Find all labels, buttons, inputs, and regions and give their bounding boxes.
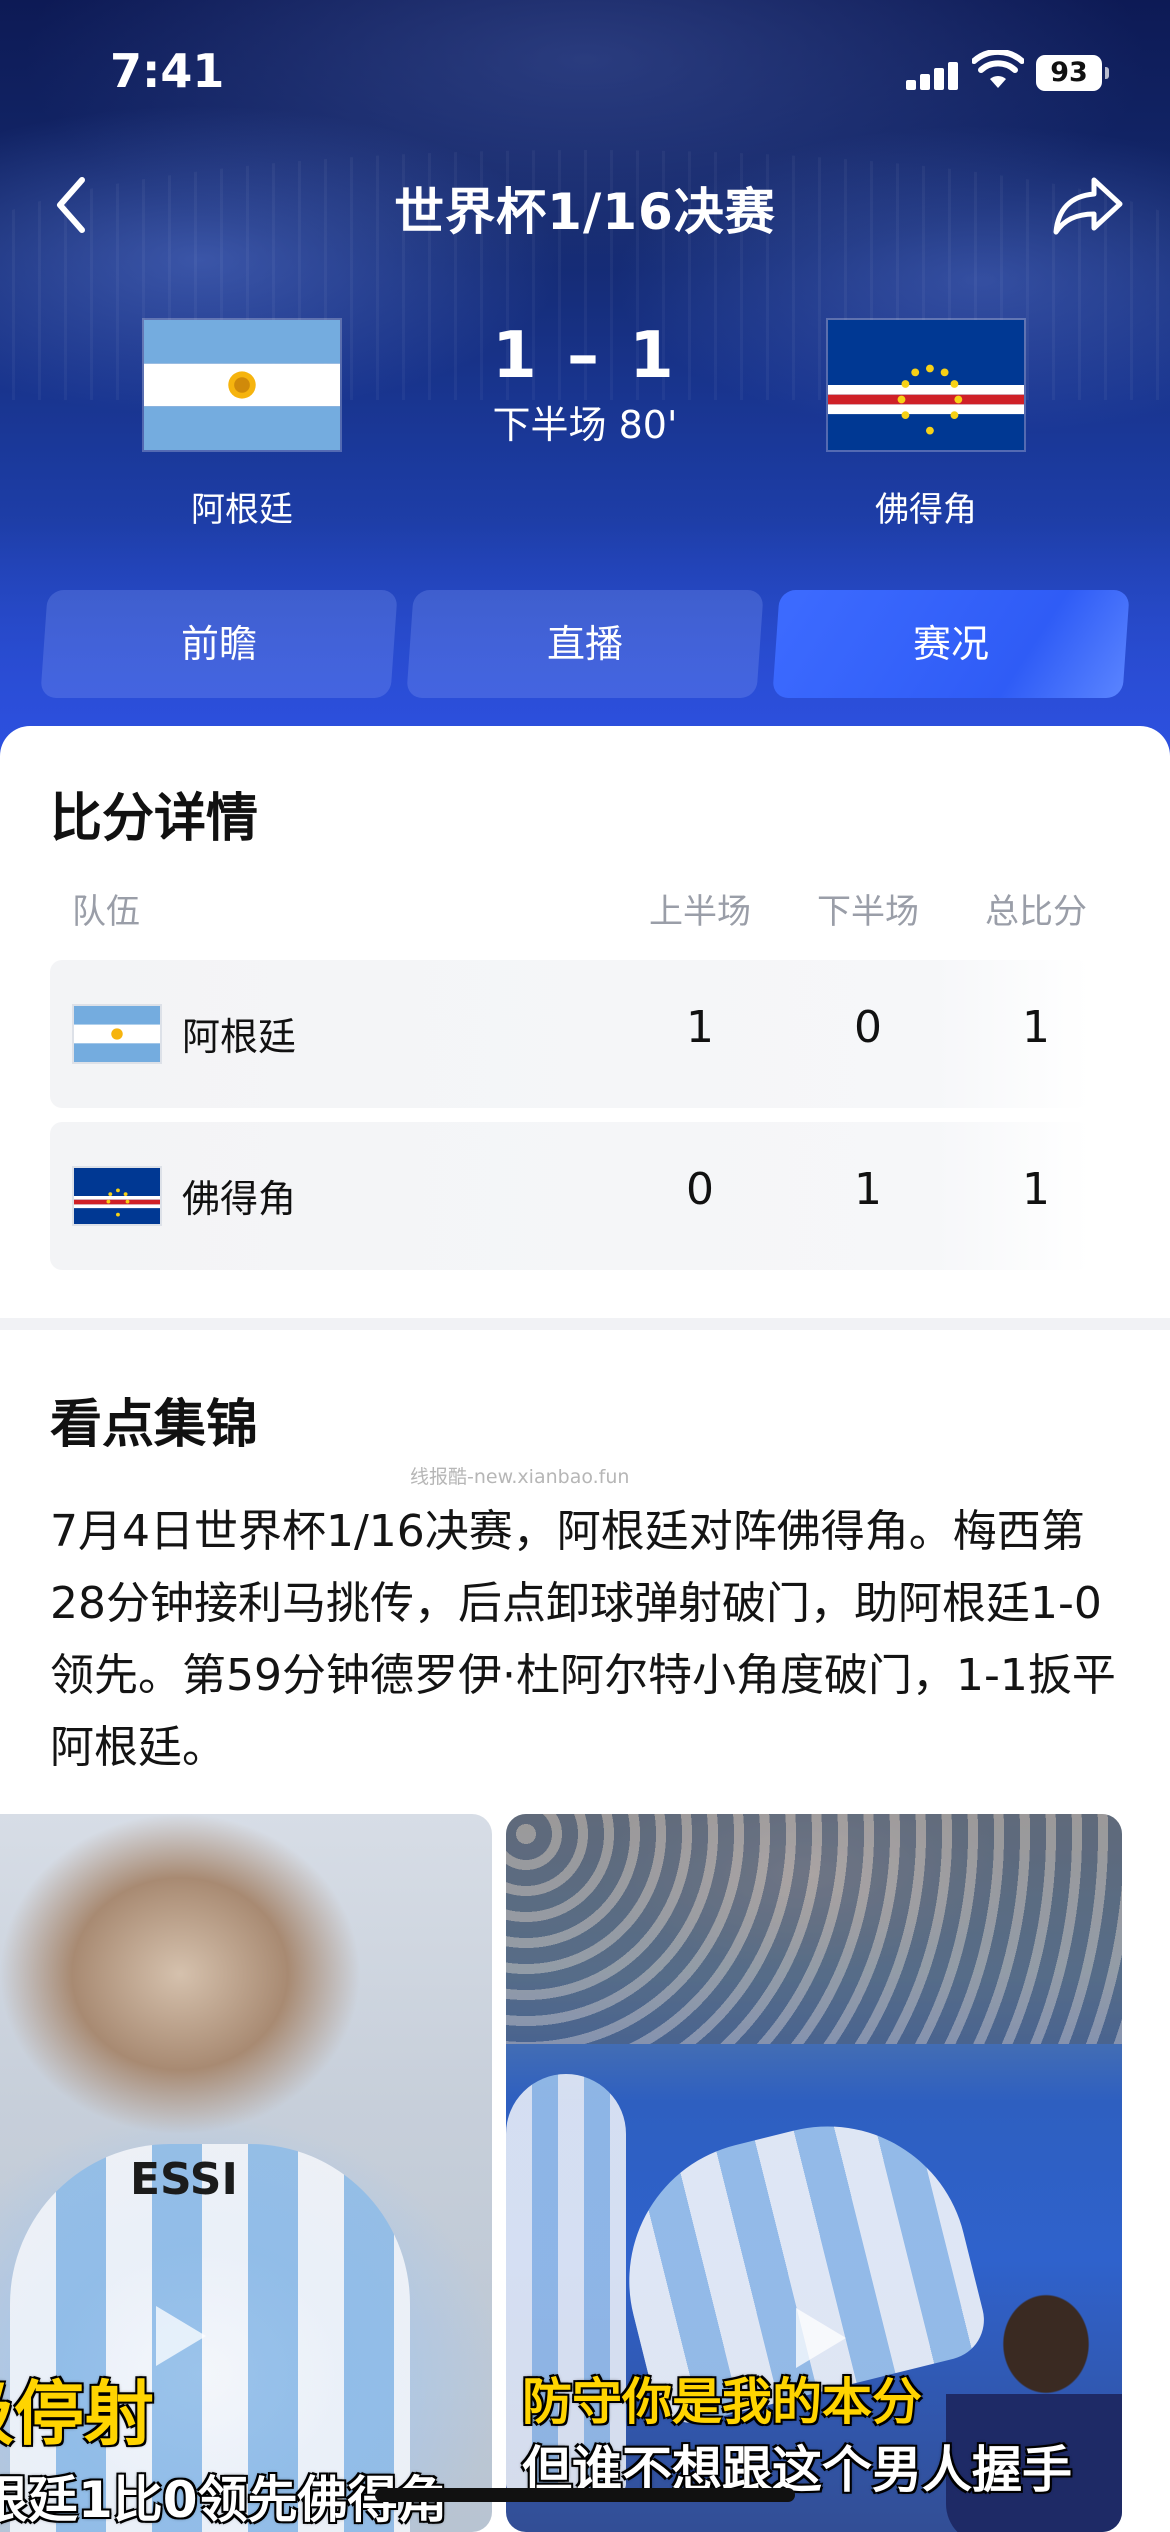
- tab-match-report[interactable]: 赛况: [772, 590, 1130, 698]
- away-team-name: 佛得角: [875, 490, 977, 530]
- table-row: 佛得角 0 1 1: [50, 1122, 1090, 1270]
- tab-preview-label: 前瞻: [180, 622, 257, 666]
- match-tabs: 前瞻 直播 赛况: [40, 590, 1130, 700]
- col-team: 队伍: [72, 892, 140, 932]
- row-first-half: 1: [686, 1002, 714, 1053]
- home-indicator[interactable]: [375, 2488, 795, 2502]
- status-bar: 7:41 93: [0, 0, 1170, 150]
- row-first-half: 0: [686, 1164, 714, 1215]
- content-card: 比分详情 队伍 上半场 下半场 总比分 阿根廷 1 0 1 佛得角 0 1 1 …: [0, 726, 1170, 2532]
- score-details-title: 比分详情: [50, 789, 259, 849]
- highlights-title: 看点集锦: [50, 1395, 259, 1455]
- score-table-header: 队伍 上半场 下半场 总比分: [0, 884, 1170, 934]
- col-first-half: 上半场: [649, 892, 751, 932]
- highlight-video-2[interactable]: 防守你是我的本分 但谁不想跟这个男人握手: [506, 1814, 1122, 2532]
- row-total: 1: [1022, 1164, 1050, 1215]
- signal-icon: [906, 60, 960, 90]
- crowd-shape: [506, 1814, 1122, 2044]
- play-icon[interactable]: [796, 2308, 846, 2368]
- highlights-description: 7月4日世界杯1/16决赛，阿根廷对阵佛得角。梅西第28分钟接利马挑传，后点卸球…: [50, 1506, 1116, 1773]
- row-second-half: 0: [854, 1002, 882, 1053]
- table-row: 阿根廷 1 0 1: [50, 960, 1090, 1108]
- home-team[interactable]: 阿根廷: [142, 318, 342, 531]
- video-caption-top: 级停射: [0, 2373, 154, 2455]
- top-nav: 世界杯1/16决赛: [0, 160, 1170, 250]
- col-total: 总比分: [985, 892, 1087, 932]
- cape-verde-flag-icon: [826, 318, 1026, 452]
- highlight-video-1[interactable]: ESSI 级停射 根廷1比0领先佛得角: [0, 1814, 492, 2532]
- status-time: 7:41: [110, 44, 225, 98]
- video-caption-top: 防守你是我的本分: [522, 2373, 922, 2431]
- tab-match-report-label: 赛况: [912, 622, 989, 666]
- jersey-text: ESSI: [130, 2154, 238, 2205]
- col-second-half: 下半场: [817, 892, 919, 932]
- argentina-flag-icon: [72, 1004, 162, 1064]
- argentina-flag-icon: [142, 318, 342, 452]
- away-team[interactable]: 佛得角: [826, 318, 1026, 531]
- cape-verde-flag-icon: [72, 1166, 162, 1226]
- tab-live[interactable]: 直播: [406, 590, 764, 698]
- home-team-name: 阿根廷: [191, 490, 293, 530]
- share-icon[interactable]: [1050, 170, 1126, 240]
- row-second-half: 1: [854, 1164, 882, 1215]
- scoreboard: 1 – 1 下半场 80': [385, 318, 785, 449]
- battery-icon: 93: [1036, 55, 1109, 91]
- back-icon[interactable]: [40, 170, 110, 240]
- tab-preview[interactable]: 前瞻: [40, 590, 398, 698]
- watermark: 线报酷-new.xianbao.fun: [410, 1466, 630, 1488]
- section-divider: [0, 1318, 1170, 1330]
- page-title: 世界杯1/16决赛: [394, 183, 776, 241]
- match-score: 1 – 1: [492, 319, 678, 393]
- row-team-name: 佛得角: [182, 1177, 297, 1221]
- row-total: 1: [1022, 1002, 1050, 1053]
- wifi-icon: [972, 50, 1024, 88]
- tab-live-label: 直播: [546, 622, 623, 666]
- match-status: 下半场 80': [492, 403, 678, 447]
- row-team-name: 阿根廷: [182, 1015, 297, 1059]
- play-icon[interactable]: [156, 2306, 206, 2366]
